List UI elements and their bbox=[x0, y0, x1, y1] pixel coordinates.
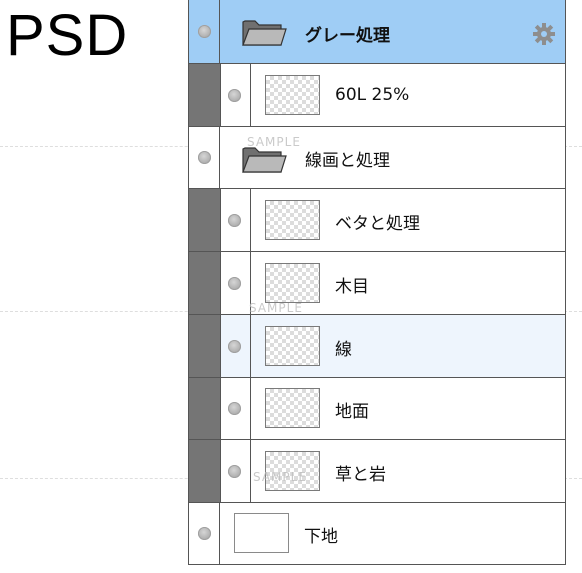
layer-thumbnail bbox=[265, 388, 320, 428]
watermark-text: SAMPLE bbox=[249, 301, 303, 315]
layer-thumbnail bbox=[265, 75, 320, 115]
visibility-dot-icon bbox=[228, 465, 241, 478]
layer-name: 60L 25% bbox=[335, 85, 410, 105]
layer-row[interactable]: 60L 25% bbox=[189, 64, 565, 127]
layer-row[interactable]: SAMPLE 木目 bbox=[189, 252, 565, 315]
layer-thumbnail bbox=[265, 200, 320, 240]
layer-name: 線画と処理 bbox=[305, 151, 390, 171]
visibility-toggle[interactable] bbox=[220, 189, 251, 251]
group-indent-bar bbox=[189, 315, 221, 377]
visibility-dot-icon bbox=[228, 340, 241, 353]
layer-row[interactable]: 下地 bbox=[189, 503, 565, 565]
visibility-toggle[interactable] bbox=[220, 64, 251, 126]
group-indent-bar bbox=[189, 189, 221, 251]
group-indent-bar bbox=[189, 64, 221, 126]
group-indent-bar bbox=[189, 378, 221, 439]
psd-label: PSD bbox=[6, 3, 129, 68]
watermark-text: SAMPLE bbox=[253, 470, 307, 484]
visibility-toggle[interactable] bbox=[189, 127, 220, 188]
visibility-toggle[interactable] bbox=[189, 503, 220, 565]
visibility-dot-icon bbox=[228, 89, 241, 102]
layer-row[interactable]: ベタと処理 bbox=[189, 189, 565, 252]
layers-panel: グレー処理 60L 25% SAMPLE 線画と処理 ベタと処理 SAMPLE … bbox=[188, 0, 566, 565]
layer-row[interactable]: 地面 bbox=[189, 378, 565, 440]
visibility-dot-icon bbox=[198, 151, 211, 164]
layer-name: 地面 bbox=[335, 402, 369, 422]
layer-thumbnail bbox=[234, 513, 289, 553]
layer-group-gray-processing[interactable]: グレー処理 bbox=[189, 0, 565, 64]
gear-icon[interactable] bbox=[532, 22, 556, 46]
visibility-dot-icon bbox=[198, 25, 211, 38]
layer-name: 木目 bbox=[335, 277, 369, 297]
folder-icon bbox=[242, 20, 287, 46]
layer-name: グレー処理 bbox=[305, 26, 390, 46]
visibility-toggle[interactable] bbox=[220, 440, 251, 502]
visibility-dot-icon bbox=[228, 402, 241, 415]
layer-name: 線 bbox=[335, 340, 352, 360]
visibility-toggle[interactable] bbox=[189, 0, 220, 63]
visibility-toggle[interactable] bbox=[220, 315, 251, 377]
visibility-dot-icon bbox=[228, 214, 241, 227]
layer-thumbnail bbox=[265, 263, 320, 303]
visibility-dot-icon bbox=[198, 527, 211, 540]
group-indent-bar bbox=[189, 252, 221, 314]
group-indent-bar bbox=[189, 440, 221, 502]
layer-row[interactable]: 線 bbox=[189, 315, 565, 378]
layer-name: ベタと処理 bbox=[335, 214, 420, 234]
layer-group-lineart[interactable]: SAMPLE 線画と処理 bbox=[189, 127, 565, 189]
visibility-toggle[interactable] bbox=[220, 378, 251, 439]
watermark-text: SAMPLE bbox=[247, 135, 301, 149]
layer-name: 下地 bbox=[304, 527, 338, 547]
layer-row[interactable]: SAMPLE 草と岩 bbox=[189, 440, 565, 503]
visibility-toggle[interactable] bbox=[220, 252, 251, 314]
visibility-dot-icon bbox=[228, 277, 241, 290]
layer-thumbnail bbox=[265, 326, 320, 366]
layer-name: 草と岩 bbox=[335, 465, 386, 485]
